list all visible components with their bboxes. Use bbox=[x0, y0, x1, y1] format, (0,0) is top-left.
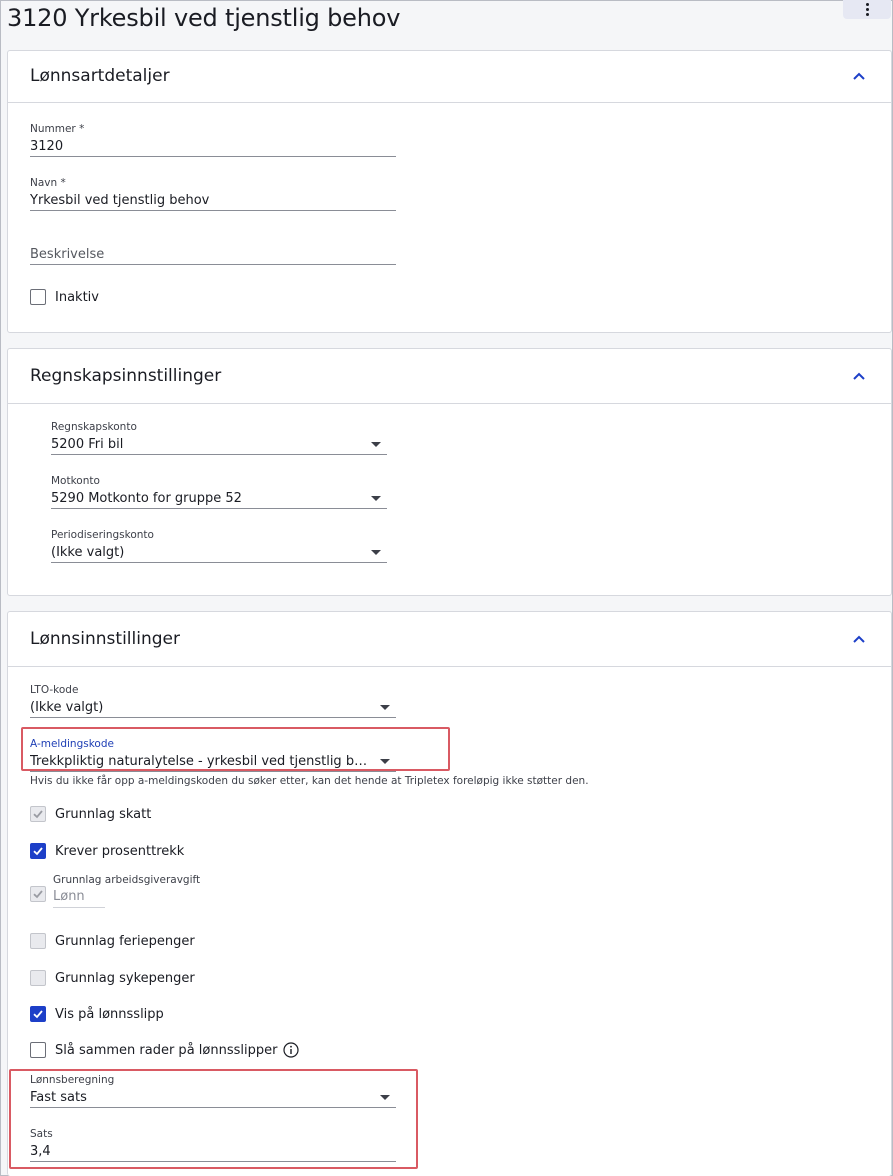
accrual-account-underline bbox=[51, 562, 387, 563]
caret-down-icon[interactable] bbox=[380, 705, 390, 710]
show-payslip-label: Vis på lønnsslipp bbox=[55, 1006, 164, 1022]
card-salary-title: Lønnsinnstillinger bbox=[30, 629, 180, 649]
chevron-up-icon[interactable] bbox=[853, 72, 865, 80]
tax-basis-label: Grunnlag skatt bbox=[55, 806, 152, 822]
percent-tax-checkbox[interactable] bbox=[30, 843, 46, 859]
tax-basis-checkbox bbox=[30, 806, 46, 822]
check-icon bbox=[33, 1010, 43, 1019]
check-icon bbox=[33, 810, 43, 819]
merge-rows-checkbox[interactable] bbox=[30, 1042, 46, 1058]
check-icon bbox=[33, 847, 43, 856]
chevron-up-icon[interactable] bbox=[853, 372, 865, 380]
counter-account-label: Motkonto bbox=[51, 475, 100, 487]
counter-account-underline bbox=[51, 508, 387, 509]
employer-tax-field: Grunnlag arbeidsgiveravgift Lønn bbox=[53, 874, 201, 908]
inactive-label: Inaktiv bbox=[55, 289, 99, 305]
account-label: Regnskapskonto bbox=[51, 421, 137, 433]
employer-tax-label: Grunnlag arbeidsgiveravgift bbox=[53, 874, 201, 886]
salary-calc-select[interactable]: Lønnsberegning Fast sats bbox=[30, 1074, 396, 1108]
counter-account-select[interactable]: Motkonto 5290 Motkonto for gruppe 52 bbox=[51, 475, 387, 509]
amelding-code-label: A-meldingskode bbox=[30, 738, 114, 750]
salary-calc-label: Lønnsberegning bbox=[30, 1074, 115, 1086]
card-details-title: Lønnsartdetaljer bbox=[30, 66, 170, 86]
employer-tax-row bbox=[30, 886, 46, 902]
amelding-code-select[interactable]: A-meldingskode Trekkpliktig naturalytels… bbox=[30, 738, 396, 772]
lto-code-select[interactable]: LTO-kode (Ikke valgt) bbox=[30, 684, 396, 718]
inactive-checkbox[interactable] bbox=[30, 289, 46, 305]
number-underline bbox=[30, 156, 396, 157]
kebab-menu-icon bbox=[865, 3, 869, 16]
description-field[interactable]: Beskrivelse bbox=[30, 231, 396, 265]
card-details: Lønnsartdetaljer Nummer * 3120 Navn * Yr… bbox=[7, 50, 892, 333]
lto-code-underline bbox=[30, 717, 396, 718]
lto-code-value: (Ikke valgt) bbox=[30, 700, 104, 715]
counter-account-value: 5290 Motkonto for gruppe 52 bbox=[51, 491, 242, 506]
number-input[interactable]: 3120 bbox=[30, 139, 396, 155]
show-payslip-checkbox[interactable] bbox=[30, 1006, 46, 1022]
holiday-pay-checkbox bbox=[30, 933, 46, 949]
card-accounting: Regnskapsinnstillinger Regnskapskonto 52… bbox=[7, 348, 892, 596]
amelding-code-value: Trekkpliktig naturalytelse - yrkesbil ve… bbox=[30, 754, 396, 769]
account-underline bbox=[51, 454, 387, 455]
employer-tax-value: Lønn bbox=[53, 889, 85, 904]
percent-tax-label: Krever prosenttrekk bbox=[55, 843, 185, 859]
accrual-account-value: (Ikke valgt) bbox=[51, 545, 125, 560]
percent-tax-row[interactable]: Krever prosenttrekk bbox=[30, 843, 184, 859]
description-placeholder: Beskrivelse bbox=[30, 247, 105, 262]
accrual-account-select[interactable]: Periodiseringskonto (Ikke valgt) bbox=[51, 529, 387, 563]
number-field[interactable]: Nummer * 3120 bbox=[30, 123, 396, 157]
caret-down-icon[interactable] bbox=[371, 442, 381, 447]
chevron-up-icon[interactable] bbox=[853, 635, 865, 643]
description-underline bbox=[30, 264, 396, 265]
amelding-code-underline bbox=[30, 771, 396, 772]
salary-calc-underline bbox=[30, 1107, 396, 1108]
card-salary-header[interactable]: Lønnsinnstillinger bbox=[8, 612, 891, 667]
account-value: 5200 Fri bil bbox=[51, 437, 124, 452]
employer-tax-underline bbox=[53, 907, 105, 908]
rate-input[interactable]: 3,4 bbox=[30, 1144, 396, 1160]
amelding-hint: Hvis du ikke får opp a-meldingskoden du … bbox=[30, 775, 589, 787]
caret-down-icon[interactable] bbox=[380, 759, 390, 764]
merge-rows-row[interactable]: Slå sammen rader på lønnsslipper bbox=[30, 1042, 300, 1058]
sick-pay-checkbox bbox=[30, 970, 46, 986]
accrual-account-label: Periodiseringskonto bbox=[51, 529, 154, 541]
check-icon bbox=[33, 890, 43, 899]
number-label: Nummer * bbox=[30, 123, 85, 135]
show-payslip-row[interactable]: Vis på lønnsslipp bbox=[30, 1006, 164, 1022]
caret-down-icon[interactable] bbox=[380, 1095, 390, 1100]
holiday-pay-label: Grunnlag feriepenger bbox=[55, 933, 195, 949]
name-input[interactable]: Yrkesbil ved tjenstlig behov bbox=[30, 193, 396, 209]
name-label: Navn * bbox=[30, 177, 66, 189]
sick-pay-label: Grunnlag sykepenger bbox=[55, 970, 195, 986]
rate-field[interactable]: Sats 3,4 bbox=[30, 1128, 396, 1162]
employer-tax-checkbox bbox=[30, 886, 46, 902]
merge-rows-label: Slå sammen rader på lønnsslipper bbox=[55, 1042, 278, 1058]
card-accounting-title: Regnskapsinnstillinger bbox=[30, 366, 222, 386]
rate-underline bbox=[30, 1161, 396, 1162]
caret-down-icon[interactable] bbox=[371, 496, 381, 501]
name-field[interactable]: Navn * Yrkesbil ved tjenstlig behov bbox=[30, 177, 396, 211]
caret-down-icon[interactable] bbox=[371, 550, 381, 555]
info-icon[interactable] bbox=[283, 1042, 300, 1058]
card-salary: Lønnsinnstillinger LTO-kode (Ikke valgt)… bbox=[7, 611, 892, 1176]
card-details-header[interactable]: Lønnsartdetaljer bbox=[8, 51, 891, 103]
sick-pay-row: Grunnlag sykepenger bbox=[30, 970, 195, 986]
rate-label: Sats bbox=[30, 1128, 53, 1140]
salary-calc-value: Fast sats bbox=[30, 1090, 87, 1105]
tax-basis-row: Grunnlag skatt bbox=[30, 806, 151, 822]
more-menu-button[interactable] bbox=[843, 0, 891, 19]
page-title: 3120 Yrkesbil ved tjenstlig behov bbox=[7, 4, 401, 32]
lto-code-label: LTO-kode bbox=[30, 684, 79, 696]
holiday-pay-row: Grunnlag feriepenger bbox=[30, 933, 195, 949]
card-accounting-header[interactable]: Regnskapsinnstillinger bbox=[8, 349, 891, 404]
name-underline bbox=[30, 210, 396, 211]
inactive-checkbox-row[interactable]: Inaktiv bbox=[30, 289, 99, 305]
account-select[interactable]: Regnskapskonto 5200 Fri bil bbox=[51, 421, 387, 455]
